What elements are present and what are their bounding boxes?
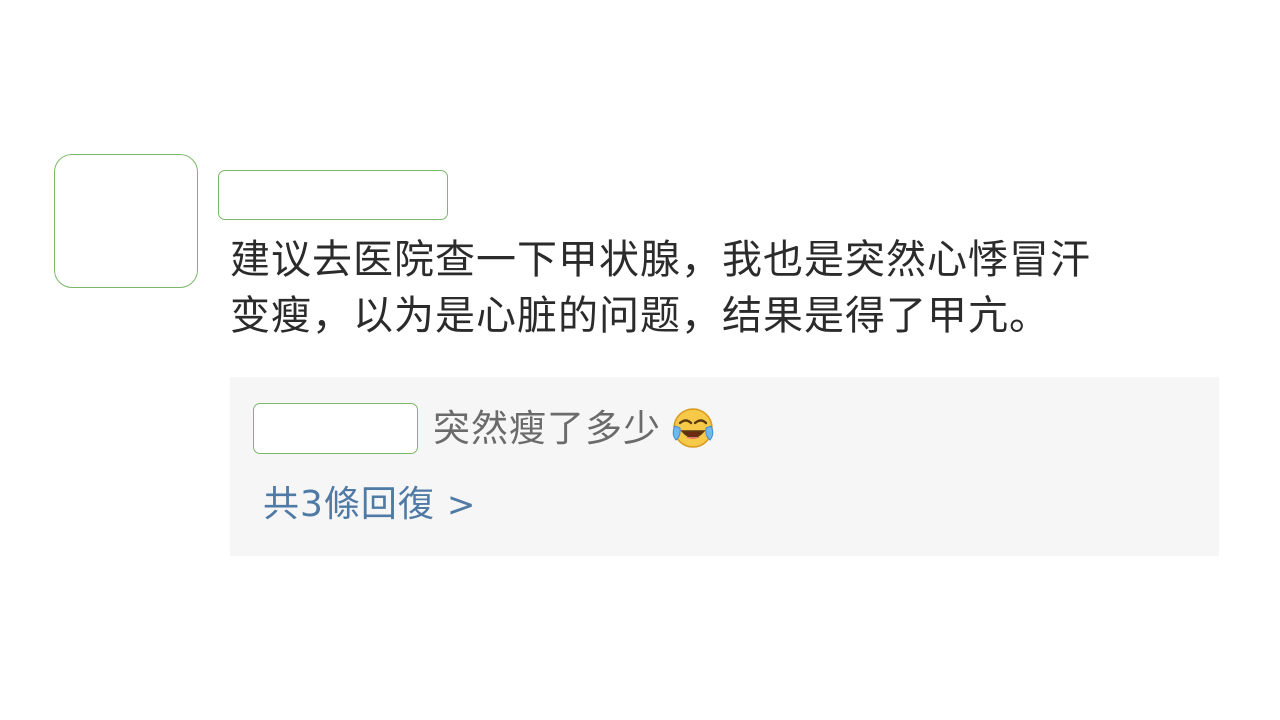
reply-box: 突然瘦了多少 共3條回復 > — [230, 377, 1219, 556]
username-placeholder[interactable] — [218, 170, 448, 220]
laughing-crying-emoji-icon — [671, 406, 715, 450]
reply-username-placeholder[interactable] — [253, 403, 418, 454]
view-all-replies-link[interactable]: 共3條回復 > — [263, 479, 476, 531]
avatar[interactable] — [54, 154, 198, 288]
reply-content: 突然瘦了多少 — [433, 403, 715, 455]
comment-text: 建议去医院查一下甲状腺，我也是突然心悸冒汗 变瘦，以为是心脏的问题，结果是得了甲… — [230, 237, 1091, 339]
reply-text: 突然瘦了多少 — [433, 407, 661, 450]
view-all-replies-label: 共3條回復 — [263, 484, 435, 525]
chevron-right-icon: > — [446, 485, 477, 525]
